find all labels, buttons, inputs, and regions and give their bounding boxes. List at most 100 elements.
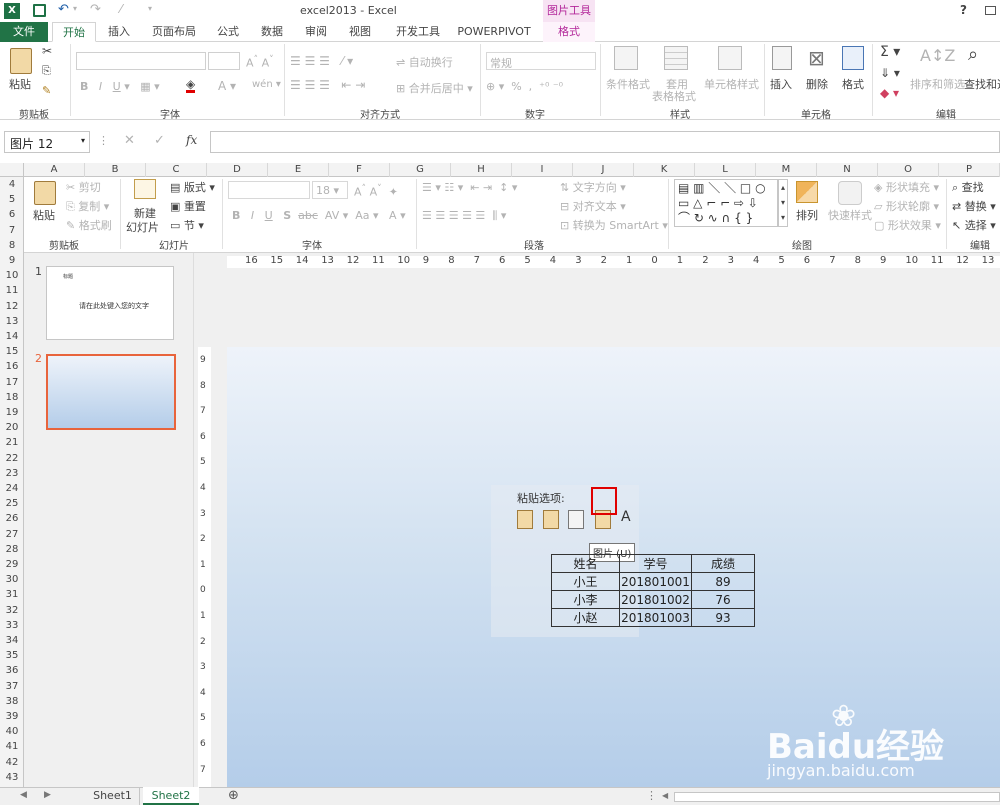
font-color-icon[interactable]: A ▾ [218,79,236,93]
shape-effects-button[interactable]: ▢ 形状效果 ▾ [874,217,941,233]
font-style-buttons[interactable]: B I U ▾ ▦ ▾ [80,80,170,93]
autosum-icon[interactable]: Σ ▾ [880,44,900,60]
row-header[interactable]: 11 [0,283,24,298]
font-size-box[interactable] [208,52,240,70]
sheet-tab-sheet1[interactable]: Sheet1 [86,788,140,805]
name-box[interactable]: 图片 12 ▾ [4,131,90,153]
fill-icon[interactable]: ⇓ ▾ [880,66,900,80]
tab-review[interactable]: 审阅 [296,22,336,42]
row-header[interactable]: 27 [0,527,24,542]
tab-developer[interactable]: 开发工具 [390,22,446,42]
score-table[interactable]: 姓名 学号 成绩 小王 201801001 89 小李 201801002 76… [551,554,755,627]
quick-styles-button[interactable]: 快速样式 [828,207,872,223]
arrange-icon[interactable] [796,181,818,203]
number-format-box[interactable]: 常规 [486,52,596,70]
tab-split-handle[interactable]: ⋮ [646,789,657,802]
row-header[interactable]: 39 [0,709,24,724]
row-header[interactable]: 22 [0,451,24,466]
row-header[interactable]: 9 [0,253,24,268]
smartart-button[interactable]: ⊡ 转换为 SmartArt ▾ [560,217,668,233]
paste-text-only-icon[interactable]: A [621,509,631,525]
undo-icon[interactable]: ↶ [58,2,69,17]
tab-data[interactable]: 数据 [252,22,292,42]
row-header[interactable]: 38 [0,694,24,709]
align-top-icons[interactable]: ☰ ☰ ☰ ⁄ ▾ [290,54,353,68]
row-header[interactable]: 36 [0,663,24,678]
row-header[interactable]: 40 [0,724,24,739]
find-select-button[interactable]: 查找和选 [964,76,1000,92]
row-header[interactable]: 13 [0,314,24,329]
table-format-icon[interactable] [664,46,688,70]
sort-filter-icon[interactable]: A↕Z [920,46,955,65]
number-format-icons[interactable]: ⊕ ▾ % , ⁺⁰ ⁻⁰ [486,80,563,93]
cell-styles-icon[interactable] [718,46,742,70]
paste-embed-icon[interactable] [568,510,584,529]
horizontal-scrollbar[interactable] [674,792,1000,802]
font-style-buttons-2[interactable]: B I U S abc AV ▾ Aa ▾ A ▾ [232,209,406,222]
paste-keep-source-icon[interactable] [517,510,533,529]
find-select-icon[interactable]: ⌕ [968,44,978,65]
column-header[interactable]: F [329,163,390,177]
tab-formulas[interactable]: 公式 [208,22,248,42]
row-header[interactable]: 28 [0,542,24,557]
shape-outline-button[interactable]: ▱ 形状轮廓 ▾ [874,198,939,214]
wand-icon[interactable]: ⁄ [120,2,122,16]
row-header[interactable]: 8 [0,238,24,253]
format-painter-icon[interactable]: ✎ [42,84,51,97]
format-cells-button[interactable]: 格式 [842,76,864,92]
format-cells-icon[interactable] [842,46,864,70]
section-button[interactable]: ▭ 节 ▾ [170,217,204,233]
find-button-2[interactable]: ⌕ 查找 [952,179,984,195]
select-button-2[interactable]: ↖ 选择 ▾ [952,217,996,233]
list-buttons[interactable]: ☰ ▾ ☷ ▾ ⇤ ⇥ ↕ ▾ [422,181,517,194]
delete-cells-button[interactable]: 删除 [806,76,828,92]
copy-icon[interactable]: ⎘ [42,64,51,78]
column-header[interactable]: H [451,163,512,177]
row-header[interactable]: 15 [0,344,24,359]
column-header[interactable]: L [695,163,756,177]
text-direction-button[interactable]: ⇅ 文字方向 ▾ [560,179,626,195]
new-slide-button-line2[interactable]: 幻灯片 [126,219,159,235]
row-header[interactable]: 7 [0,223,24,238]
align-buttons[interactable]: ☰ ☰ ☰ ☰ ☰ ⫼ ▾ [422,209,506,223]
row-header[interactable]: 4 [0,177,24,192]
conditional-format-button[interactable]: 条件格式 [606,76,650,92]
row-header[interactable]: 18 [0,390,24,405]
formula-bar-options-icon[interactable]: ⋮ [98,134,109,147]
column-header[interactable]: N [817,163,878,177]
row-header[interactable]: 29 [0,557,24,572]
font-name-box[interactable] [76,52,206,70]
select-all-corner[interactable] [0,163,24,177]
column-header[interactable]: G [390,163,451,177]
row-header[interactable]: 30 [0,572,24,587]
row-header[interactable]: 34 [0,633,24,648]
clear-icon[interactable]: ◆ ▾ [880,86,899,100]
save-icon[interactable] [33,4,46,17]
row-header[interactable]: 41 [0,739,24,754]
reset-button[interactable]: ▣ 重置 [170,198,206,214]
row-header[interactable]: 17 [0,375,24,390]
column-header[interactable]: P [939,163,1000,177]
column-header[interactable]: B [85,163,146,177]
column-header[interactable]: I [512,163,573,177]
row-header[interactable]: 37 [0,679,24,694]
tab-insert[interactable]: 插入 [100,22,138,42]
font-size-box-2[interactable]: 18 ▾ [312,181,348,199]
cut-icon[interactable]: ✂ [42,44,52,58]
conditional-format-icon[interactable] [614,46,638,70]
cell-styles-button[interactable]: 单元格样式 [704,76,759,92]
slide-canvas[interactable]: 粘贴选项: A 图片 (U) 姓名 学号 成绩 小王 201801001 89 … [227,347,1000,787]
row-header[interactable]: 33 [0,618,24,633]
row-header[interactable]: 25 [0,496,24,511]
row-header[interactable]: 19 [0,405,24,420]
formula-input[interactable] [210,131,1000,153]
tab-powerpivot[interactable]: POWERPIVOT [454,22,534,42]
copy-button-2[interactable]: ⎘ 复制 ▾ [66,198,109,214]
row-header[interactable]: 43 [0,770,24,785]
grow-font-icon[interactable]: A˄ A˅ [246,54,274,70]
paste-destination-theme-icon[interactable] [543,510,559,529]
scroll-sheets-right-icon[interactable]: ▶ [44,790,51,800]
font-name-box-2[interactable] [228,181,310,199]
row-header[interactable]: 14 [0,329,24,344]
column-header[interactable]: D [207,163,268,177]
